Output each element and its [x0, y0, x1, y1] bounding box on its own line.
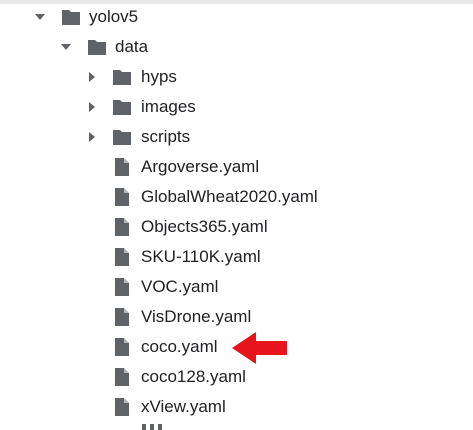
file-icon [112, 157, 132, 176]
chevron-right-icon[interactable] [85, 130, 99, 144]
red-arrow-icon [232, 332, 287, 364]
chevron-down-icon[interactable] [33, 10, 47, 24]
tree-item-label: coco.yaml [141, 337, 218, 356]
file-icon [112, 277, 132, 296]
tree-item-label: coco128.yaml [141, 367, 246, 386]
folder-icon [87, 38, 107, 56]
tree-item-file[interactable]: SKU-110K.yaml [0, 242, 473, 272]
folder-icon [112, 128, 132, 146]
file-icon [112, 397, 132, 416]
chevron-right-icon[interactable] [85, 100, 99, 114]
folder-icon [112, 98, 132, 116]
file-icon [112, 307, 132, 326]
tree-item-images[interactable]: images [0, 92, 473, 122]
folder-icon [112, 68, 132, 86]
file-icon [112, 337, 132, 356]
tree-item-label: yolov5 [89, 7, 139, 26]
tree-item-label: hyps [141, 67, 177, 86]
tree-item-file[interactable]: VisDrone.yaml [0, 302, 473, 332]
tree-item-scripts[interactable]: scripts [0, 122, 473, 152]
tree-item-label: GlobalWheat2020.yaml [141, 187, 318, 206]
tree-item-label: xView.yaml [141, 397, 226, 416]
tree-item-label: scripts [141, 127, 191, 146]
tree-item-label: VisDrone.yaml [141, 307, 252, 326]
tree-item-hyps[interactable]: hyps [0, 62, 473, 92]
tree-item-file[interactable]: GlobalWheat2020.yaml [0, 182, 473, 212]
tree-item-file[interactable]: Argoverse.yaml [0, 152, 473, 182]
tree-item-label: Objects365.yaml [141, 217, 268, 236]
folder-icon [61, 8, 81, 26]
tree-item-label: Argoverse.yaml [141, 157, 260, 176]
tree-item-label: VOC.yaml [141, 277, 219, 296]
tree-item-data[interactable]: data [0, 32, 473, 62]
chevron-right-icon[interactable] [85, 70, 99, 84]
tree-item-file[interactable]: xView.yaml [0, 392, 473, 422]
partial-tree-item [142, 424, 172, 430]
tree-item-label: data [115, 37, 149, 56]
tree-item-file[interactable]: VOC.yaml [0, 272, 473, 302]
tree-item-yolov5[interactable]: yolov5 [0, 2, 473, 32]
chevron-down-icon[interactable] [59, 40, 73, 54]
tree-item-label: images [141, 97, 196, 116]
file-icon [112, 367, 132, 386]
file-icon [112, 187, 132, 206]
tree-item-label: SKU-110K.yaml [141, 247, 261, 266]
tree-item-file[interactable]: coco128.yaml [0, 362, 473, 392]
file-icon [112, 247, 132, 266]
file-icon [112, 217, 132, 236]
tree-item-file[interactable]: Objects365.yaml [0, 212, 473, 242]
